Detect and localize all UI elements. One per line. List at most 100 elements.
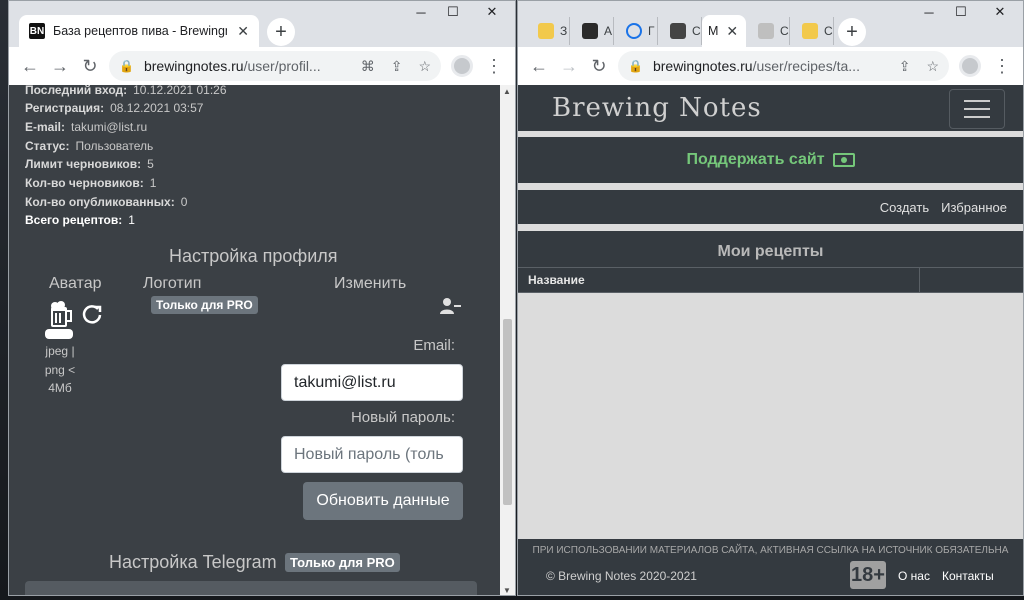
url-path: /user/profil... bbox=[243, 58, 321, 74]
column-name-header[interactable]: Название bbox=[518, 268, 920, 292]
beer-glass-icon bbox=[538, 23, 554, 39]
beer-glass-icon bbox=[802, 23, 818, 39]
actions-band: Создать Избранное bbox=[518, 190, 1023, 224]
favorites-link[interactable]: Избранное bbox=[941, 200, 1007, 215]
beer-mug-icon bbox=[758, 23, 774, 39]
toolbar-right: ← → ↻ 🔒 brewingnotes.ru/user/recipes/ta.… bbox=[518, 47, 1023, 85]
info-row-drafts: Кол-во черновиков: 1 bbox=[25, 176, 157, 190]
forward-icon[interactable]: → bbox=[45, 51, 75, 81]
tab-mini-2[interactable]: А bbox=[572, 17, 614, 45]
logo-pro-badge: Только для PRO bbox=[151, 296, 258, 314]
toolbar: ← → ↻ 🔒 brewingnotes.ru/user/profil... ⌘… bbox=[9, 47, 515, 85]
bookmark-star-icon[interactable]: ☆ bbox=[926, 58, 939, 75]
window-close-icon[interactable]: ✕ bbox=[469, 1, 515, 23]
window-controls: ─ ☐ ✕ bbox=[913, 1, 1023, 23]
new-password-field[interactable]: Новый пароль (толь bbox=[281, 436, 463, 473]
info-row-last-login: Последний вход: 10.12.2021 01:26 bbox=[25, 85, 227, 97]
minimize-icon[interactable]: ─ bbox=[405, 1, 437, 23]
copyright: © Brewing Notes 2020-2021 bbox=[546, 569, 697, 583]
lock-icon: 🔒 bbox=[628, 59, 643, 73]
age-rating-badge: 18+ bbox=[850, 561, 886, 589]
tab-title: База рецептов пива - Brewingnotes bbox=[53, 24, 227, 38]
back-icon[interactable]: ← bbox=[524, 51, 554, 81]
url-path: /user/recipes/ta... bbox=[752, 58, 860, 74]
close-tab-icon[interactable]: ✕ bbox=[726, 23, 738, 40]
browser-window-right: З А Г С М ✕ С С + ─ ☐ ✕ ← → ↻ 🔒 brewingno… bbox=[517, 0, 1024, 596]
reload-icon[interactable]: ↻ bbox=[584, 51, 614, 81]
forward-icon[interactable]: → bbox=[554, 51, 584, 81]
maximize-icon[interactable]: ☐ bbox=[945, 1, 977, 23]
avatar-format-hint: jpeg | png < 4Мб bbox=[44, 344, 76, 395]
remove-user-icon[interactable] bbox=[439, 297, 461, 315]
share-icon[interactable]: ⇪ bbox=[899, 58, 911, 75]
share-icon[interactable]: ⇪ bbox=[391, 58, 403, 75]
lock-icon: 🔒 bbox=[119, 59, 134, 73]
tab-mini-1[interactable]: З bbox=[528, 17, 570, 45]
profile-settings-title: Настройка профиля bbox=[169, 246, 338, 266]
tab-active[interactable]: BN База рецептов пива - Brewingnotes ✕ bbox=[19, 15, 259, 47]
tab-strip-right: З А Г С М ✕ С С + ─ ☐ ✕ bbox=[518, 1, 1023, 47]
new-tab-button[interactable]: + bbox=[838, 18, 866, 46]
info-row-email: E-mail: takumi@list.ru bbox=[25, 120, 148, 134]
close-tab-icon[interactable]: ✕ bbox=[237, 23, 249, 40]
site-footer: ПРИ ИСПОЛЬЗОВАНИИ МАТЕРИАЛОВ САЙТА, АКТИ… bbox=[518, 539, 1023, 595]
email-field[interactable]: takumi@list.ru bbox=[281, 364, 463, 401]
hamburger-menu-icon[interactable] bbox=[949, 89, 1005, 129]
info-row-published: Кол-во опубликованных: 0 bbox=[25, 195, 188, 209]
desktop: BN База рецептов пива - Brewingnotes ✕ +… bbox=[0, 0, 1024, 600]
info-row-draft-limit: Лимит черновиков: 5 bbox=[25, 157, 154, 171]
new-tab-button[interactable]: + bbox=[267, 18, 295, 46]
address-bar[interactable]: 🔒 brewingnotes.ru/user/profil... ⌘ ⇪ ☆ bbox=[109, 51, 441, 81]
reload-icon[interactable]: ↻ bbox=[75, 51, 105, 81]
scroll-thumb[interactable] bbox=[503, 319, 512, 505]
url-domain: brewingnotes.ru bbox=[652, 58, 753, 74]
browser-window-left: BN База рецептов пива - Brewingnotes ✕ +… bbox=[8, 0, 516, 596]
bookmark-star-icon[interactable]: ☆ bbox=[418, 58, 431, 75]
scrollbar[interactable]: ▲ ▼ bbox=[500, 85, 515, 595]
recipes-table-header: Название bbox=[518, 267, 1023, 293]
crowd-icon bbox=[670, 23, 686, 39]
tab-mini-7[interactable]: С bbox=[792, 17, 834, 45]
column-empty-header bbox=[920, 268, 1023, 292]
address-bar[interactable]: 🔒 brewingnotes.ru/user/recipes/ta... ⇪ ☆ bbox=[618, 51, 949, 81]
brewingnotes-favicon-icon: BN bbox=[29, 23, 45, 39]
profile-avatar-icon[interactable] bbox=[451, 55, 473, 77]
avatar-heading: Аватар bbox=[49, 275, 102, 292]
info-row-status: Статус: Пользователь bbox=[25, 139, 154, 153]
tab-mini-6[interactable]: С bbox=[748, 17, 790, 45]
update-data-button[interactable]: Обновить данные bbox=[303, 482, 463, 520]
back-icon[interactable]: ← bbox=[15, 51, 45, 81]
info-row-total: Всего рецептов: 1 bbox=[25, 213, 135, 227]
site-logo[interactable]: Brewing Notes bbox=[552, 93, 762, 123]
contacts-link[interactable]: Контакты bbox=[942, 569, 994, 583]
minimize-icon[interactable]: ─ bbox=[913, 1, 945, 23]
tab-mini-4[interactable]: С bbox=[660, 17, 702, 45]
logo-heading: Логотип bbox=[143, 275, 202, 292]
support-band: Поддержать сайт bbox=[518, 137, 1023, 183]
profile-avatar-icon[interactable] bbox=[959, 55, 981, 77]
profile-page: Последний вход: 10.12.2021 01:26 Регистра… bbox=[9, 85, 501, 595]
email-label: Email: bbox=[413, 337, 455, 354]
menu-kebab-icon[interactable]: ⋮ bbox=[479, 51, 509, 81]
translate-icon[interactable]: ⌘ bbox=[361, 58, 375, 75]
new-password-label: Новый пароль: bbox=[350, 409, 455, 426]
avatar-image[interactable] bbox=[41, 301, 77, 339]
about-link[interactable]: О нас bbox=[898, 569, 930, 583]
scroll-up-icon[interactable]: ▲ bbox=[503, 87, 511, 96]
scroll-down-icon[interactable]: ▼ bbox=[503, 586, 511, 595]
window-controls: ─ ☐ ✕ bbox=[405, 1, 515, 23]
support-link[interactable]: Поддержать сайт bbox=[518, 137, 1023, 183]
tab-active-right[interactable]: М ✕ bbox=[702, 15, 746, 47]
money-icon bbox=[832, 153, 855, 167]
tab-mini-3[interactable]: Г bbox=[616, 17, 658, 45]
menu-kebab-icon[interactable]: ⋮ bbox=[987, 51, 1017, 81]
site-navbar: Brewing Notes bbox=[518, 85, 1023, 131]
footer-note: ПРИ ИСПОЛЬЗОВАНИИ МАТЕРИАЛОВ САЙТА, АКТИ… bbox=[532, 545, 1009, 556]
url-domain: brewingnotes.ru bbox=[143, 58, 244, 74]
window-close-icon[interactable]: ✕ bbox=[977, 1, 1023, 23]
create-link[interactable]: Создать bbox=[880, 200, 929, 215]
info-row-registration: Регистрация: 08.12.2021 03:57 bbox=[25, 101, 204, 115]
maximize-icon[interactable]: ☐ bbox=[437, 1, 469, 23]
refresh-avatar-icon[interactable] bbox=[81, 303, 103, 325]
telegram-pro-badge: Только для PRO bbox=[285, 553, 400, 572]
